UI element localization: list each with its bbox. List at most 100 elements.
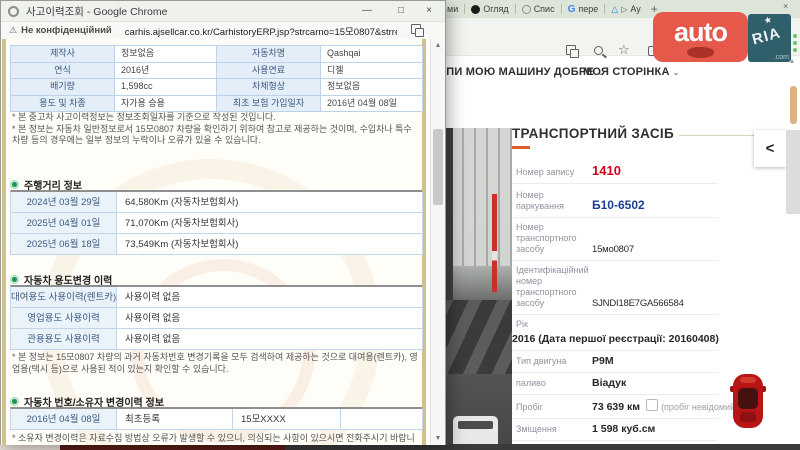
field-value: Віадук xyxy=(592,377,626,389)
tab-label: пере xyxy=(578,4,598,14)
green-dot xyxy=(793,34,797,38)
security-label: Не конфіденційний xyxy=(21,25,112,36)
close-button[interactable]: × xyxy=(415,1,443,21)
logo-auto-text: auto xyxy=(653,12,748,52)
usage-type-cell: 영업용도 사용이력 xyxy=(11,308,117,329)
report-content: 제작사 정보없음 자동차명 Qashqai 연식 2016년 사용연료 디젤 배… xyxy=(1,39,430,445)
field-value: 1 598 куб.см xyxy=(592,423,655,435)
star-icon: ★ xyxy=(763,14,774,27)
vehicle-info-table: 제작사 정보없음 자동차명 Qashqai 연식 2016년 사용연료 디젤 배… xyxy=(10,45,422,112)
field-label: Рік xyxy=(512,319,588,330)
mileage-note: (пробіг невідомий) xyxy=(661,402,738,412)
chrome-popup-window: 사고이력조회 - Google Chrome — □ × ⚠ Не конфід… xyxy=(0,0,446,445)
note-line: * 본 중고차 사고이력정보는 정보조회일자를 기준으로 작성된 것입니다. xyxy=(12,112,418,124)
scroll-down-icon[interactable]: ▼ xyxy=(431,435,445,442)
table-value-cell: 2016년 xyxy=(115,63,217,80)
gallery-next-edge xyxy=(786,130,800,214)
popup-scrollbar[interactable]: ▲ ▼ xyxy=(430,39,445,445)
table-header-cell: 최초 보험 가입일자 xyxy=(217,96,321,113)
tab-label: Спис xyxy=(534,4,555,14)
table-value-cell: 정보없음 xyxy=(321,79,423,96)
field-value: 2016 (Дата першої реєстрації: 20160408) xyxy=(512,333,718,345)
table-value-cell: 1,598cc xyxy=(115,79,217,96)
table-value-cell: Qashqai xyxy=(321,46,423,63)
mileage-cell: 73,549Km (자동차보험회사) xyxy=(117,234,423,255)
table-value-cell: 정보없음 xyxy=(115,46,217,63)
scroll-up-icon[interactable]: ▲ xyxy=(431,42,445,49)
field-value: SJNDI18E7GA566584 xyxy=(592,298,684,309)
gallery-prev-button[interactable]: < xyxy=(754,130,786,167)
vehicle-details-panel: ТРАНСПОРТНИЙ ЗАСІБ Номер запису 1410 Ном… xyxy=(512,122,718,450)
popup-titlebar[interactable]: 사고이력조회 - Google Chrome — □ × xyxy=(1,1,445,21)
report-note: * 본 정보는 15모0807 차량의 과거 자동차번호 변경기록을 모두 검색… xyxy=(12,352,418,375)
translate-icon[interactable] xyxy=(411,24,423,36)
detail-row-displacement: Зміщення 1 598 куб.см xyxy=(512,419,718,441)
minimize-button[interactable]: — xyxy=(353,1,381,21)
logo-com-text: .com xyxy=(774,54,789,61)
auto-ria-logo-ria[interactable]: ★ RIA .com xyxy=(748,14,791,62)
window-title: 사고이력조회 - Google Chrome xyxy=(26,4,167,19)
detail-row-engine: Тип двигуна P9M xyxy=(512,351,718,373)
background-tab-translate[interactable]: Gпере xyxy=(562,4,605,15)
nav-item-my-page[interactable]: МОЯ СТОРІНКА⌄ xyxy=(583,66,680,78)
nav-label: МОЯ СТОРІНКА xyxy=(583,66,670,78)
detail-row-record-number: Номер запису 1410 xyxy=(512,150,718,184)
page-scrollbar-thumb[interactable] xyxy=(790,86,797,124)
maximize-button[interactable]: □ xyxy=(387,1,415,21)
usage-type-cell: 관용용도 사용이력 xyxy=(11,329,117,350)
table-header-cell: 용도 및 차종 xyxy=(11,96,115,113)
certificate-border-left xyxy=(2,39,6,445)
mileage-table: 2024년 03월 29일 64,580Km (자동차보험회사) 2025년 0… xyxy=(10,190,422,255)
orange-dash xyxy=(512,146,530,149)
background-tab-spys[interactable]: Спис xyxy=(516,4,561,14)
field-value: 73 639 км (пробіг невідомий) xyxy=(592,399,738,413)
green-bullet-icon xyxy=(10,180,19,189)
detail-row-parking-number: Номер паркування Б10-6502 xyxy=(512,184,718,218)
field-label: Ідентифікаційний номер транспортного зас… xyxy=(516,265,588,309)
mileage-unknown-checkbox[interactable] xyxy=(646,399,658,411)
field-value: 1410 xyxy=(592,163,621,178)
zoom-icon[interactable] xyxy=(594,46,603,55)
section-title: ТРАНСПОРТНИЙ ЗАСІБ xyxy=(512,126,679,141)
photo-van xyxy=(453,416,498,447)
play-icon: ▷ xyxy=(621,5,627,14)
mileage-value: 73 639 км xyxy=(592,401,640,413)
popup-urlbar[interactable]: ⚠ Не конфіденційний carhis.ajsellcar.co.… xyxy=(1,21,445,40)
history-icon xyxy=(471,5,480,14)
photo-red-pole xyxy=(492,194,497,292)
background-tab-au[interactable]: △▷Ау xyxy=(605,4,646,15)
table-header-cell: 연식 xyxy=(11,63,115,80)
nav-item-buy-my-car[interactable]: КУПИ МОЮ МАШИНУ ДОБРЕ⌄ xyxy=(432,66,604,78)
scrollbar-thumb[interactable] xyxy=(433,129,443,205)
registration-cell: 최초등록 xyxy=(117,409,233,430)
green-dot xyxy=(793,41,797,45)
url-text[interactable]: carhis.ajsellcar.co.kr/CarhistoryERP.jsp… xyxy=(125,24,397,38)
table-value-cell: 디젤 xyxy=(321,63,423,80)
date-cell: 2025년 04월 01일 xyxy=(11,213,117,234)
detail-row-plate-number: Номер транспортного засобу 15мо0807 xyxy=(512,218,718,261)
field-label: Тип двигуна xyxy=(516,356,588,367)
field-label: Номер транспортного засобу xyxy=(516,222,588,255)
logo-car-glyph xyxy=(687,47,714,58)
drive-icon: △ xyxy=(611,4,618,15)
date-cell: 2016년 04월 08일 xyxy=(11,409,117,430)
logo-ria-text: RIA xyxy=(750,25,782,49)
owner-table: 2016년 04월 08일 최초등록 15모XXXX xyxy=(10,407,422,430)
translate-icon[interactable] xyxy=(566,45,578,57)
bookmark-star-icon[interactable]: ☆ xyxy=(618,42,630,58)
usage-table: 대여용도 사용이력(렌트카) 사용이력 없음 영업용도 사용이력 사용이력 없음… xyxy=(10,285,422,350)
detail-row-year: Рік 2016 (Дата першої реєстрації: 201604… xyxy=(512,315,718,351)
background-tab-oglyad[interactable]: Огляд xyxy=(465,4,514,14)
background-close-button[interactable]: × xyxy=(783,1,788,11)
table-value-cell: 2016년 04월 08일 xyxy=(321,96,423,113)
listing-photo[interactable] xyxy=(440,128,512,447)
screen: ми Огляд Спис Gпере △▷Ау + × ☆ auto ★ RI… xyxy=(0,0,800,450)
field-label: Номер паркування xyxy=(516,190,588,212)
plate-cell: 15모XXXX xyxy=(233,409,341,430)
page-scroll-up-icon[interactable]: ▴ xyxy=(790,56,794,65)
google-icon: G xyxy=(568,4,576,15)
detail-row-mileage: Пробіг 73 639 км(пробіг невідомий) xyxy=(512,395,718,419)
auto-ria-logo-auto[interactable]: auto xyxy=(653,12,748,62)
mileage-cell: 64,580Km (자동차보험회사) xyxy=(117,192,423,213)
usage-value-cell: 사용이력 없음 xyxy=(117,329,423,350)
